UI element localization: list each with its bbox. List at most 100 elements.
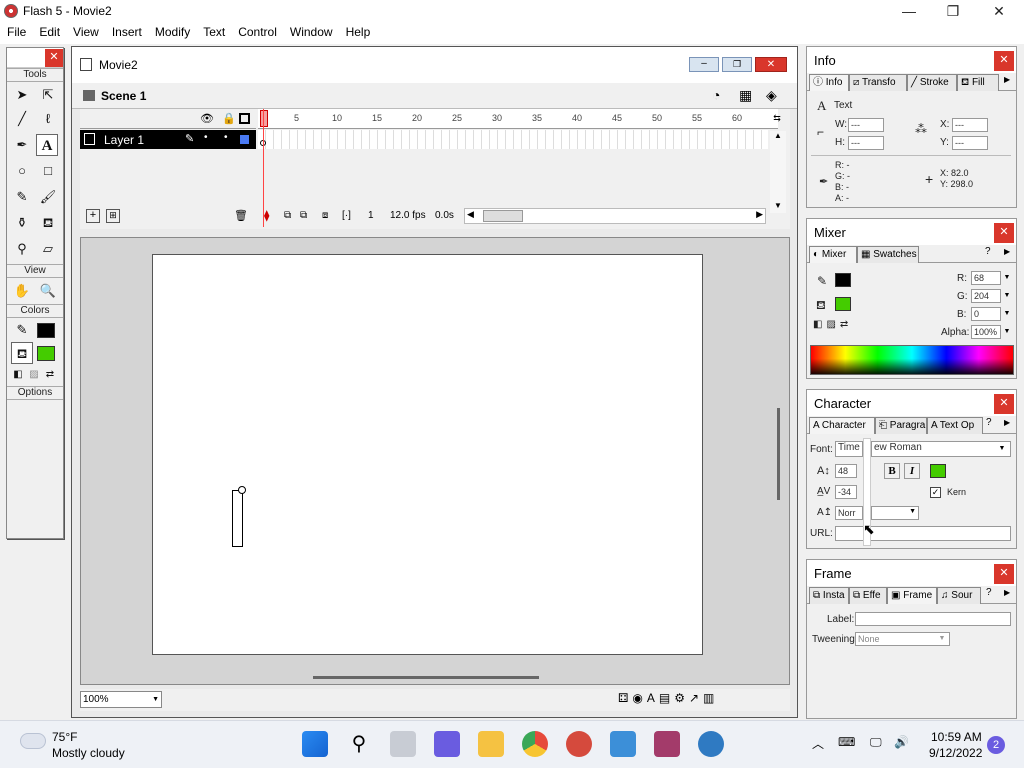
clock-time[interactable]: 10:59 AM — [931, 730, 982, 744]
h-field[interactable]: --- — [848, 136, 884, 150]
w-field[interactable]: --- — [848, 118, 884, 132]
rectangle-tool-icon[interactable]: □ — [37, 160, 59, 182]
url-field[interactable] — [835, 526, 1011, 541]
tab-paragraph[interactable]: ⎗ Paragra — [875, 417, 927, 434]
zoom-dropdown-icon[interactable]: ▼ — [152, 692, 159, 707]
onion-outline-icon[interactable]: ⧉ — [300, 210, 307, 221]
timeline-hscrollbar[interactable]: ◀ ▶ — [464, 208, 766, 224]
keyboard-icon[interactable]: ⌨ — [838, 735, 855, 749]
tweening-select[interactable]: None — [855, 632, 950, 646]
start-button-icon[interactable] — [302, 731, 328, 757]
tracking-field[interactable]: -34 — [835, 485, 857, 499]
stage-hscroll-thumb[interactable] — [313, 676, 539, 679]
movie-minimize-button[interactable]: – — [689, 57, 719, 72]
font-size-field[interactable]: 48 — [835, 464, 857, 478]
tab-instance[interactable]: ⧉ Insta — [809, 587, 849, 604]
mixer-help-icon[interactable]: ? — [985, 246, 991, 257]
scroll-up-icon[interactable]: ▲ — [770, 131, 786, 140]
scroll-left-icon[interactable]: ◀ — [467, 209, 474, 220]
ink-bottle-tool-icon[interactable]: ⚱ — [11, 212, 33, 234]
movie-restore-button[interactable]: ❐ — [722, 57, 752, 72]
character-close-icon[interactable]: ✕ — [994, 394, 1014, 414]
menu-insert[interactable]: Insert — [105, 22, 148, 39]
b-field[interactable]: 0 — [971, 307, 1001, 321]
fill-color-swatch[interactable] — [37, 346, 55, 361]
stage-view-icon[interactable]: ◔ — [712, 87, 720, 103]
outline-icon[interactable] — [239, 113, 250, 124]
timeline-scrollbar[interactable]: ▲ ▼ — [770, 131, 786, 213]
clock-date[interactable]: 9/12/2022 — [929, 746, 982, 760]
add-layer-icon[interactable]: + — [86, 209, 100, 223]
font-field-right[interactable]: ew Roman — [871, 441, 1011, 457]
playhead[interactable] — [260, 110, 268, 127]
menu-help[interactable]: Help — [339, 22, 377, 39]
info-tabs-scroll-icon[interactable]: ▶ — [1004, 75, 1010, 84]
character-help-icon[interactable]: ? — [986, 417, 992, 428]
swap-colors-icon[interactable]: ⇄ — [39, 364, 61, 386]
chrome-icon[interactable] — [522, 731, 548, 757]
tab-character[interactable]: A Character — [809, 417, 875, 434]
x-field[interactable]: --- — [952, 118, 988, 132]
r-field[interactable]: 68 — [971, 271, 1001, 285]
italic-button[interactable]: I — [904, 463, 920, 479]
onion-skin-icon[interactable]: ⧉ — [284, 210, 291, 221]
stage[interactable] — [152, 254, 703, 655]
info-close-icon[interactable]: ✕ — [994, 51, 1014, 71]
frame-help-icon[interactable]: ? — [986, 587, 992, 598]
tab-mixer[interactable]: ◐ Mixer — [809, 246, 857, 263]
layer-lock-dot[interactable]: • — [224, 132, 228, 143]
font-dropdown-icon[interactable]: ▼ — [997, 442, 1007, 456]
tools-close-icon[interactable]: ✕ — [45, 49, 63, 67]
baseline-field[interactable]: Norr — [835, 506, 863, 520]
tweening-dropdown-icon[interactable]: ▼ — [937, 632, 947, 646]
edit-multiple-icon[interactable]: ⧈ — [322, 210, 328, 221]
timeline-menu-icon[interactable]: ⇆ — [768, 109, 786, 127]
tab-frame[interactable]: ▣ Frame — [887, 587, 937, 604]
tab-info[interactable]: ⓘ Info — [809, 74, 849, 91]
app-window-icon[interactable] — [610, 731, 636, 757]
menu-control[interactable]: Control — [231, 22, 283, 39]
g-field[interactable]: 204 — [971, 289, 1001, 303]
minimize-button[interactable]: — — [886, 0, 932, 22]
weather-desc[interactable]: Mostly cloudy — [52, 746, 125, 760]
frame-menu-icon[interactable]: ▶ — [1004, 588, 1010, 597]
delete-layer-icon[interactable]: 🗑 — [234, 209, 248, 222]
tab-effect[interactable]: ⧉ Effe — [849, 587, 887, 604]
center-frame-icon[interactable]: ⧫ — [264, 209, 269, 222]
mixer-color-tools-icon[interactable]: ◧▨⇄ — [813, 319, 852, 330]
alpha-dropdown-icon[interactable]: ▼ — [1002, 325, 1012, 339]
pen-tool-icon[interactable]: ✒ — [11, 134, 33, 156]
color-spectrum[interactable] — [810, 345, 1014, 375]
weather-temp[interactable]: 75°F — [52, 730, 77, 744]
menu-window[interactable]: Window — [283, 22, 339, 39]
tab-transform[interactable]: ⧄ Transfo — [849, 74, 907, 91]
subselect-tool-icon[interactable]: ⇱ — [37, 84, 59, 106]
menu-text[interactable]: Text — [196, 22, 231, 39]
add-guide-layer-icon[interactable]: ⊞ — [106, 209, 120, 223]
baseline-dropdown-icon[interactable]: ▼ — [909, 508, 916, 515]
text-box[interactable] — [232, 490, 243, 547]
layer-outline-color[interactable] — [240, 135, 249, 144]
text-color-swatch[interactable] — [930, 464, 946, 478]
hscroll-thumb[interactable] — [483, 210, 523, 222]
scroll-right-icon[interactable]: ▶ — [756, 209, 763, 220]
menu-file[interactable]: File — [0, 22, 32, 39]
tab-sound[interactable]: ♫ Sour — [937, 587, 981, 604]
g-dropdown-icon[interactable]: ▼ — [1002, 289, 1012, 303]
freefilesync-icon[interactable] — [698, 731, 724, 757]
zoom-select[interactable]: 100% ▼ — [80, 691, 162, 708]
character-menu-icon[interactable]: ▶ — [1004, 418, 1010, 427]
menu-modify[interactable]: Modify — [148, 22, 196, 39]
tab-stroke[interactable]: ╱ Stroke — [907, 74, 957, 91]
lock-icon[interactable]: 🔒 — [222, 112, 236, 125]
chat-icon[interactable] — [434, 731, 460, 757]
hand-tool-icon[interactable]: ✋ — [11, 280, 33, 302]
frame-ruler[interactable]: 5 10 15 20 25 30 35 40 45 50 55 60 — [258, 109, 778, 129]
file-explorer-icon[interactable] — [478, 731, 504, 757]
movie-close-button[interactable]: ✕ — [755, 57, 787, 72]
tab-swatches[interactable]: ▦ Swatches — [857, 246, 919, 263]
tray-chevron-icon[interactable]: ︿ — [812, 735, 824, 752]
maximize-button[interactable]: ❐ — [930, 0, 976, 22]
edit-symbols-icon[interactable]: ◈ — [766, 87, 777, 104]
weather-cloud-icon[interactable] — [20, 733, 46, 749]
